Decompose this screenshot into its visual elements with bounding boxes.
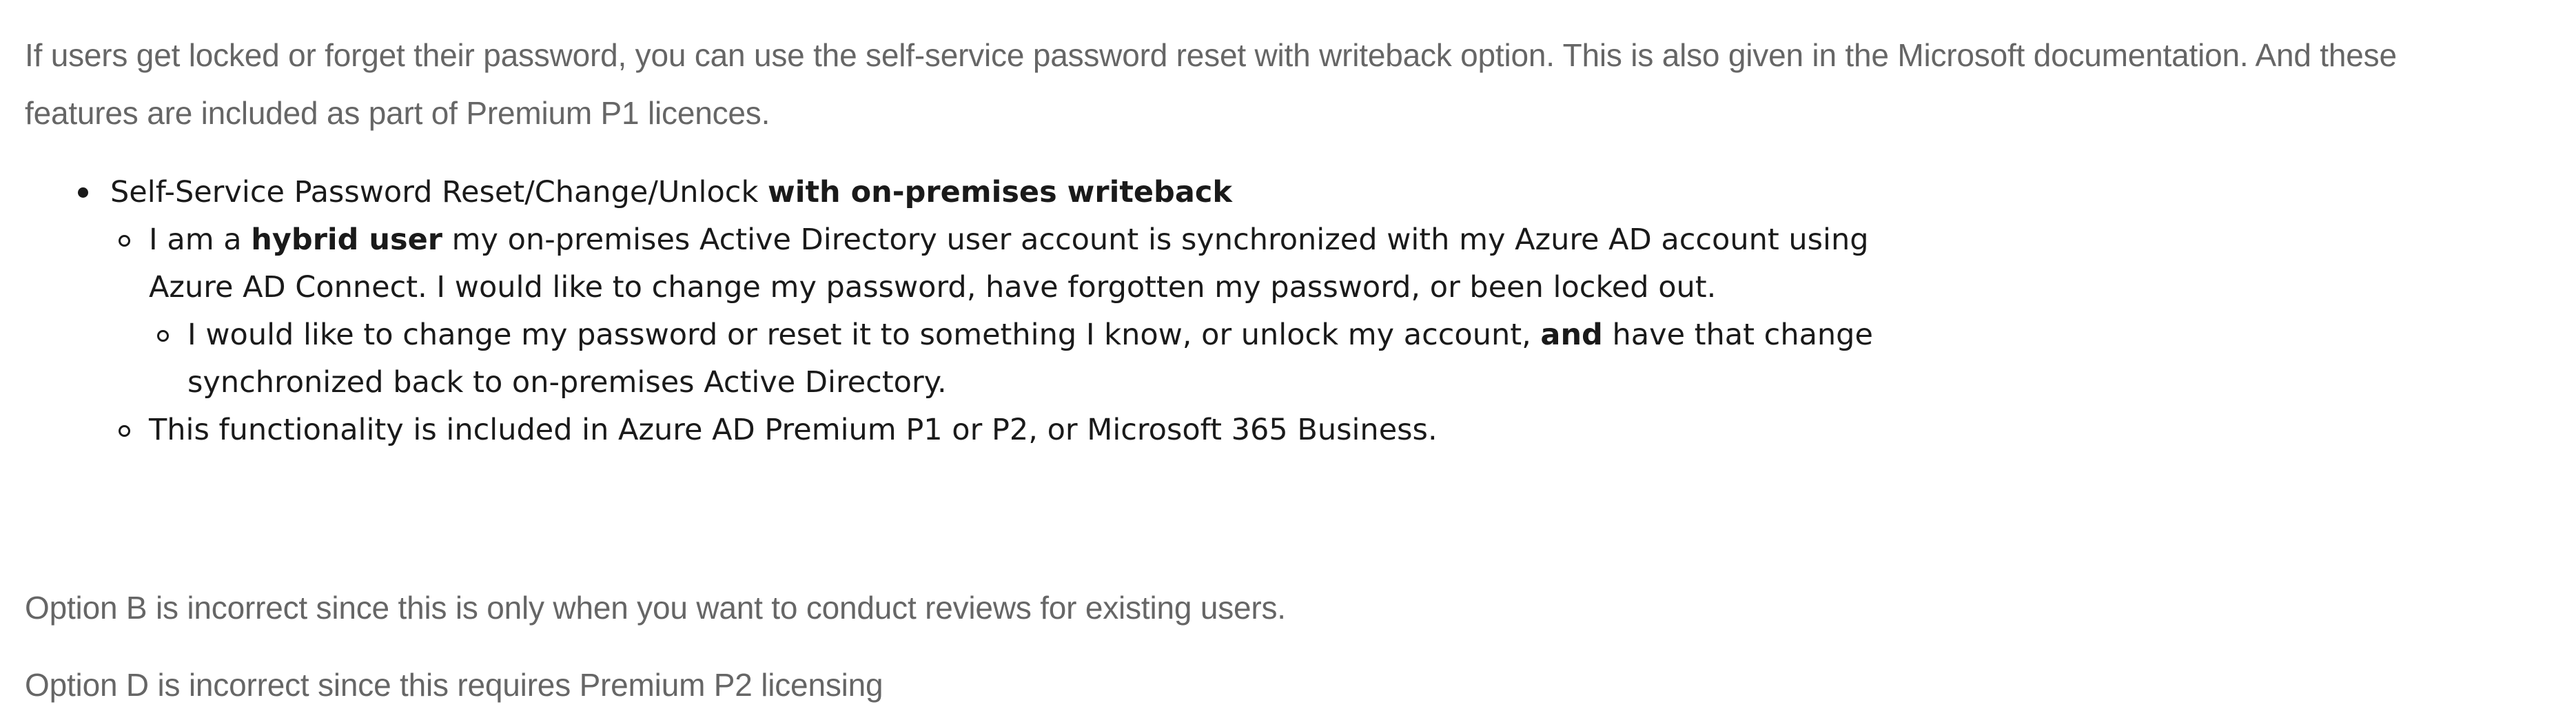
list-item-licensing: This functionality is included in Azure … [0,407,2576,454]
sspr-label: Self-Service Password Reset/Change/Unloc… [110,175,768,209]
hybrid-user-post: my on-premises Active Directory user acc… [442,223,1869,257]
sspr-bold-label: with on-premises writeback [768,175,1232,209]
list-item-writeback-change: I would like to change my password or re… [0,311,2576,407]
hybrid-user-bold: hybrid user [251,223,442,257]
intro-paragraph: If users get locked or forget their pass… [25,26,2397,142]
licensing-text: This functionality is included in Azure … [149,413,1438,447]
document-page: If users get locked or forget their pass… [0,0,2576,720]
writeback-line-2: synchronized back to on-premises Active … [187,365,947,400]
quoted-documentation: Self-Service Password Reset/Change/Unloc… [0,169,2576,454]
disc-bullet-icon [78,187,88,198]
option-d-explanation: Option D is incorrect since this require… [25,667,883,703]
circle-bullet-icon [119,425,130,437]
list-item-hybrid-user: I am a hybrid user my on-premises Active… [0,216,2576,311]
list-item-sspr-writeback: Self-Service Password Reset/Change/Unloc… [0,169,2576,216]
writeback-post: have that change [1602,318,1873,352]
feature-list: Self-Service Password Reset/Change/Unloc… [0,169,2576,454]
hybrid-user-pre: I am a [149,223,252,257]
circle-bullet-icon [119,235,130,247]
writeback-bold: and [1540,318,1603,352]
option-b-explanation: Option B is incorrect since this is only… [25,590,1286,626]
hybrid-user-line-2: Azure AD Connect. I would like to change… [149,270,1717,305]
intro-line-1: If users get locked or forget their pass… [25,37,2397,73]
circle-bullet-icon [157,330,169,342]
writeback-pre: I would like to change my password or re… [187,318,1541,352]
intro-line-2: features are included as part of Premium… [25,95,770,131]
